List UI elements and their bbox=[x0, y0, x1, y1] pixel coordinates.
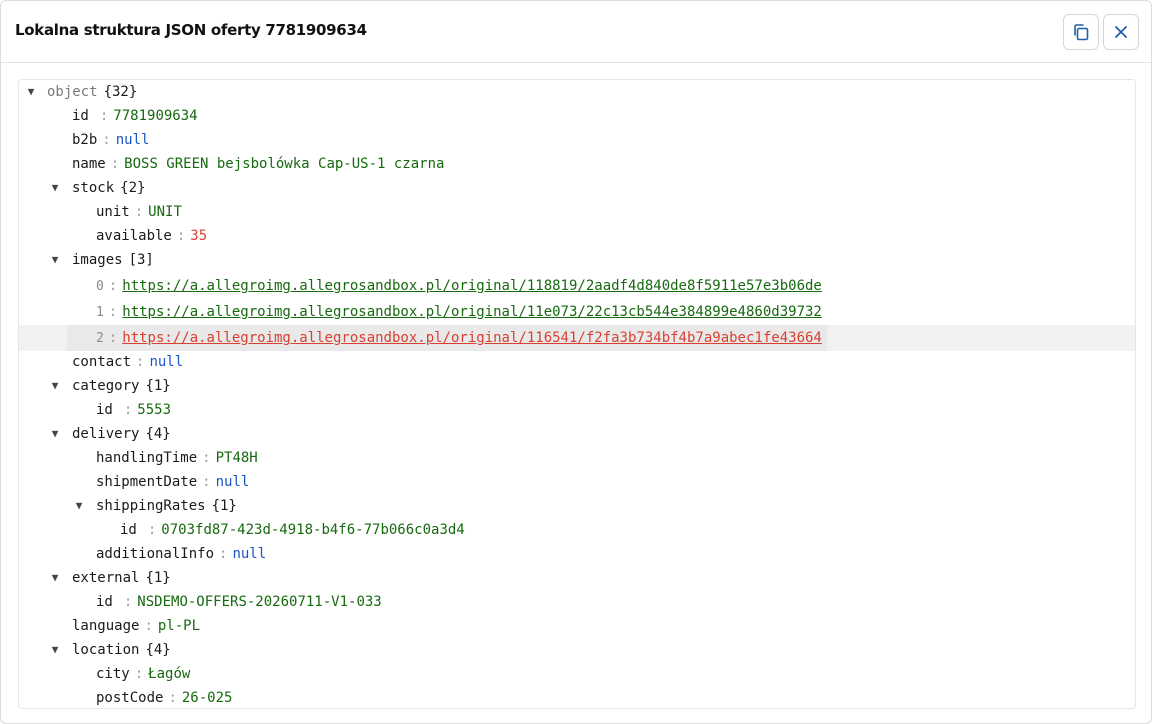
node-key: available bbox=[96, 228, 172, 244]
json-tree: ▼ object {32} id:7781909634 b2b: null name… bbox=[18, 79, 1136, 709]
tree-row-city: city: Łagów bbox=[96, 666, 191, 682]
collapse-arrow-icon[interactable]: ▼ bbox=[24, 80, 38, 104]
node-key: postCode bbox=[96, 690, 164, 706]
tree-node-root: ▼ object {32} bbox=[19, 80, 1135, 104]
node-key: delivery bbox=[72, 426, 140, 442]
collapse-arrow-icon[interactable]: ▼ bbox=[48, 566, 62, 590]
tree-row-shipmentDate: shipmentDate: null bbox=[96, 474, 250, 490]
node-value: Łagów bbox=[148, 666, 191, 682]
node-value: PT48H bbox=[215, 450, 258, 466]
copy-icon bbox=[1074, 24, 1089, 41]
collapse-arrow-icon[interactable]: ▼ bbox=[48, 374, 62, 398]
tree-node-delivery: ▼ delivery {4} bbox=[19, 422, 1135, 446]
node-value: NSDEMO-OFFERS-20260711-V1-033 bbox=[137, 594, 382, 610]
node-key: shipmentDate bbox=[96, 474, 198, 490]
tree-row-id: id:7781909634 bbox=[72, 108, 198, 124]
copy-button[interactable] bbox=[1063, 14, 1099, 50]
node-count: {1} bbox=[211, 498, 237, 514]
node-count: {32} bbox=[103, 84, 138, 100]
node-value: pl-PL bbox=[157, 618, 201, 634]
tree-node-images: ▼ images [3] bbox=[19, 248, 1135, 272]
node-value: null bbox=[149, 354, 184, 370]
node-key: b2b bbox=[72, 132, 98, 148]
tree-row-b2b: b2b: null bbox=[72, 132, 150, 148]
node-key: additionalInfo bbox=[96, 546, 215, 562]
node-key: language bbox=[72, 618, 140, 634]
node-key: contact bbox=[72, 354, 132, 370]
node-key: images bbox=[72, 252, 123, 268]
tree-row-contact: contact: null bbox=[72, 354, 184, 370]
node-value: 7781909634 bbox=[113, 108, 198, 124]
tree-row-image-2: 2: https://a.allegroimg.allegrosandbox.pl… bbox=[19, 325, 1135, 351]
node-count: {4} bbox=[145, 426, 171, 442]
tree-node-category: ▼ category {1} bbox=[19, 374, 1135, 398]
node-key: id bbox=[96, 594, 113, 610]
array-index: 1 bbox=[96, 305, 104, 320]
array-index: 2 bbox=[96, 331, 104, 346]
node-value: UNIT bbox=[148, 204, 182, 220]
node-key: name bbox=[72, 156, 106, 172]
tree-row-handlingTime: handlingTime: PT48H bbox=[96, 450, 258, 466]
node-key: object bbox=[47, 84, 98, 100]
tree-row-image-1: 1: https://a.allegroimg.allegrosandbox.pl… bbox=[96, 304, 822, 320]
node-key: handlingTime bbox=[96, 450, 198, 466]
node-value: 26-025 bbox=[181, 690, 233, 706]
tree-node-external: ▼ external {1} bbox=[19, 566, 1135, 590]
tree-row-name: name: BOSS GREEN bejsbolówka Cap-US-1 cza… bbox=[72, 156, 445, 172]
node-key: city bbox=[96, 666, 130, 682]
node-count: [3] bbox=[128, 252, 154, 268]
node-value: BOSS GREEN bejsbolówka Cap-US-1 czarna bbox=[124, 156, 445, 172]
node-count: {1} bbox=[145, 378, 171, 394]
tree-row-available: available:35 bbox=[96, 228, 208, 244]
collapse-arrow-icon[interactable]: ▼ bbox=[48, 248, 62, 272]
node-key: id bbox=[72, 108, 89, 124]
tree-row-category-id: id:5553 bbox=[96, 402, 172, 418]
node-key: stock bbox=[72, 180, 115, 196]
dialog-title: Lokalna struktura JSON oferty 7781909634 bbox=[15, 21, 367, 39]
tree-node-stock: ▼ stock {2} bbox=[19, 176, 1135, 200]
json-dialog: Lokalna struktura JSON oferty 7781909634… bbox=[0, 0, 1152, 724]
tree-row-shippingRates-id: id:0703fd87-423d-4918-b4f6-77b066c0a3d4 bbox=[120, 522, 465, 538]
tree-row-additionalInfo: additionalInfo: null bbox=[96, 546, 267, 562]
node-value: 5553 bbox=[137, 402, 172, 418]
close-button[interactable] bbox=[1103, 14, 1139, 50]
tree-node-shippingRates: ▼ shippingRates {1} bbox=[19, 494, 1135, 518]
node-count: {2} bbox=[120, 180, 146, 196]
close-icon bbox=[1115, 26, 1127, 38]
tree-row-image-0: 0: https://a.allegroimg.allegrosandbox.pl… bbox=[96, 278, 822, 294]
tree-row-postCode: postCode:26-025 bbox=[96, 690, 233, 706]
image-url-link[interactable]: https://a.allegroimg.allegrosandbox.pl/o… bbox=[122, 304, 822, 320]
tree-row-language: language: pl-PL bbox=[72, 618, 201, 634]
array-index: 0 bbox=[96, 279, 104, 294]
node-key: id bbox=[120, 522, 137, 538]
tree-row-external-id: id: NSDEMO-OFFERS-20260711-V1-033 bbox=[96, 594, 382, 610]
node-value: null bbox=[232, 546, 267, 562]
dialog-header: Lokalna struktura JSON oferty 7781909634 bbox=[1, 1, 1151, 63]
tree-node-location: ▼ location {4} bbox=[19, 638, 1135, 662]
collapse-arrow-icon[interactable]: ▼ bbox=[72, 494, 86, 518]
node-value: 35 bbox=[190, 228, 208, 244]
node-key: id bbox=[96, 402, 113, 418]
node-key: shippingRates bbox=[96, 498, 206, 514]
node-key: external bbox=[72, 570, 140, 586]
node-key: location bbox=[72, 642, 140, 658]
tree-row-unit: unit: UNIT bbox=[96, 204, 182, 220]
node-key: unit bbox=[96, 204, 130, 220]
node-count: {1} bbox=[145, 570, 171, 586]
collapse-arrow-icon[interactable]: ▼ bbox=[48, 176, 62, 200]
collapse-arrow-icon[interactable]: ▼ bbox=[48, 422, 62, 446]
node-count: {4} bbox=[145, 642, 171, 658]
image-url-link[interactable]: https://a.allegroimg.allegrosandbox.pl/o… bbox=[122, 330, 822, 346]
collapse-arrow-icon[interactable]: ▼ bbox=[48, 638, 62, 662]
node-value: null bbox=[115, 132, 150, 148]
node-value: null bbox=[215, 474, 250, 490]
image-url-link[interactable]: https://a.allegroimg.allegrosandbox.pl/o… bbox=[122, 278, 822, 294]
node-key: category bbox=[72, 378, 140, 394]
node-value: 0703fd87-423d-4918-b4f6-77b066c0a3d4 bbox=[161, 522, 465, 538]
